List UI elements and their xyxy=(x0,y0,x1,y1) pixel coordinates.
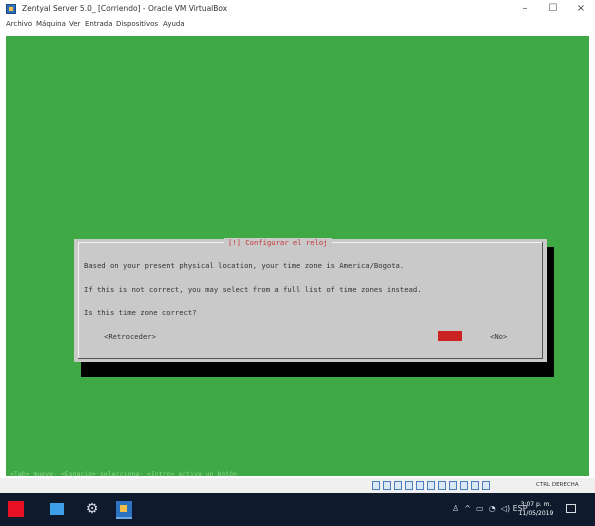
clock[interactable]: 3:07 p. m. 11/05/2019 xyxy=(518,500,554,518)
menu-dispositivos[interactable]: Dispositivos xyxy=(116,20,158,28)
cpu-icon[interactable] xyxy=(471,481,479,490)
dialog-message-line: Based on your present physical location,… xyxy=(84,261,405,270)
notifications-icon[interactable] xyxy=(566,504,576,513)
window-title: Zentyal Server 5.0_ [Corriendo] - Oracle… xyxy=(22,4,228,13)
usb-icon[interactable] xyxy=(416,481,424,490)
people-icon[interactable]: ♙ xyxy=(452,504,459,513)
store-icon[interactable] xyxy=(50,501,66,517)
hard-disk-icon[interactable] xyxy=(372,481,380,490)
vbox-statusbar: CTRL DERECHA xyxy=(0,478,595,493)
menu-ayuda[interactable]: Ayuda xyxy=(163,20,185,28)
clock-date: 11/05/2019 xyxy=(518,510,554,517)
windows-taskbar: ⚙ ♙ ^ ▭ ◔ ◁) ESP 3:07 p. m. 11/05/2019 xyxy=(0,493,595,526)
back-button[interactable]: <Retroceder> xyxy=(104,332,156,341)
yes-button[interactable]: <Sí> xyxy=(438,331,462,341)
dialog-title: [!] Configurar el reloj xyxy=(224,238,332,247)
window-titlebar: Zentyal Server 5.0_ [Corriendo] - Oracle… xyxy=(0,0,595,18)
no-button[interactable]: <No> xyxy=(490,332,507,341)
close-button[interactable]: × xyxy=(566,1,595,17)
network-places-icon[interactable]: ⚙ xyxy=(84,501,100,517)
network-icon[interactable] xyxy=(405,481,413,490)
shared-folder-icon[interactable] xyxy=(427,481,435,490)
optical-drive-icon[interactable] xyxy=(383,481,391,490)
timezone-dialog: [!] Configurar el reloj Based on your pr… xyxy=(74,238,547,362)
virtualbox-icon xyxy=(6,4,16,14)
recording-icon[interactable] xyxy=(449,481,457,490)
keyboard-help: <Tab> mueve; <Espacio> selecciona; <Intr… xyxy=(10,470,237,478)
keyboard-icon[interactable] xyxy=(482,481,490,490)
vm-screen[interactable]: [!] Configurar el reloj Based on your pr… xyxy=(6,36,589,478)
dialog-message-line: If this is not correct, you may select f… xyxy=(84,285,422,294)
mouse-integration-icon[interactable] xyxy=(460,481,468,490)
chevron-up-icon[interactable]: ^ xyxy=(462,504,471,513)
maximize-button[interactable]: ☐ xyxy=(538,1,568,17)
volume-icon[interactable]: ◁) xyxy=(498,504,510,513)
menu-bar: Archivo Máquina Ver Entrada Dispositivos… xyxy=(0,18,595,32)
wifi-icon[interactable]: ◔ xyxy=(486,504,496,513)
start-button[interactable] xyxy=(8,501,24,517)
clock-time: 3:07 p. m. xyxy=(520,501,552,508)
display-icon[interactable] xyxy=(438,481,446,490)
menu-entrada[interactable]: Entrada xyxy=(85,20,113,28)
menu-archivo[interactable]: Archivo xyxy=(6,20,32,28)
minimize-button[interactable]: – xyxy=(510,1,540,17)
host-key-label: CTRL DERECHA xyxy=(536,482,579,488)
virtualbox-taskbar-icon[interactable] xyxy=(116,501,132,519)
system-tray: ♙ ^ ▭ ◔ ◁) ESP xyxy=(452,504,528,513)
battery-icon[interactable]: ▭ xyxy=(474,504,484,513)
dialog-question: Is this time zone correct? xyxy=(84,308,197,317)
menu-ver[interactable]: Ver xyxy=(69,20,80,28)
menu-maquina[interactable]: Máquina xyxy=(36,20,66,28)
audio-icon[interactable] xyxy=(394,481,402,490)
